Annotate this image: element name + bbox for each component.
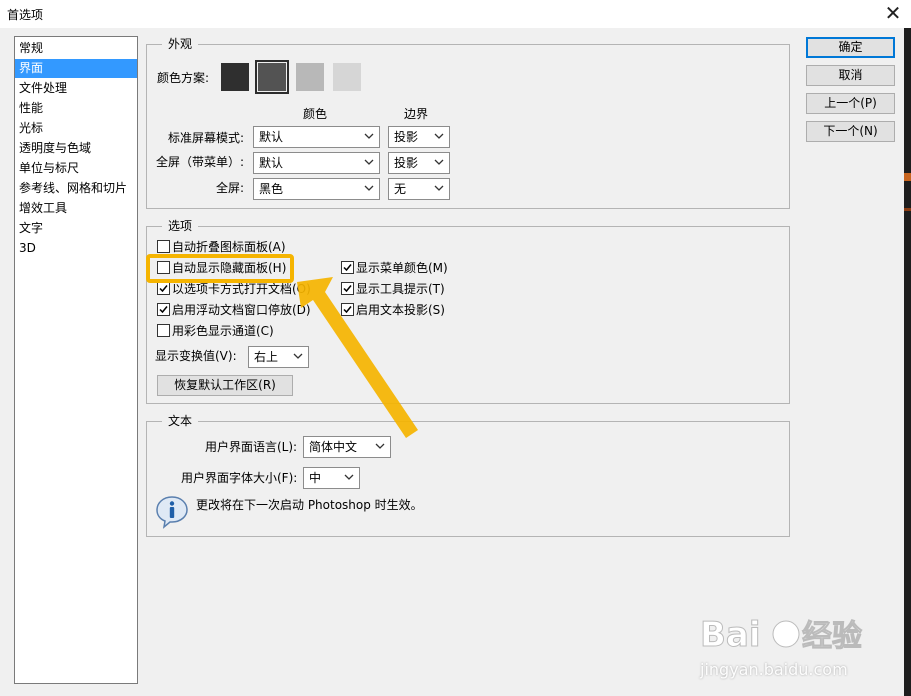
svg-text:Bai: Bai <box>700 615 761 655</box>
svg-text:经验: 经验 <box>802 619 862 654</box>
watermark-url: jingyan.baidu.com <box>700 660 848 679</box>
annotation-arrow <box>297 277 418 438</box>
